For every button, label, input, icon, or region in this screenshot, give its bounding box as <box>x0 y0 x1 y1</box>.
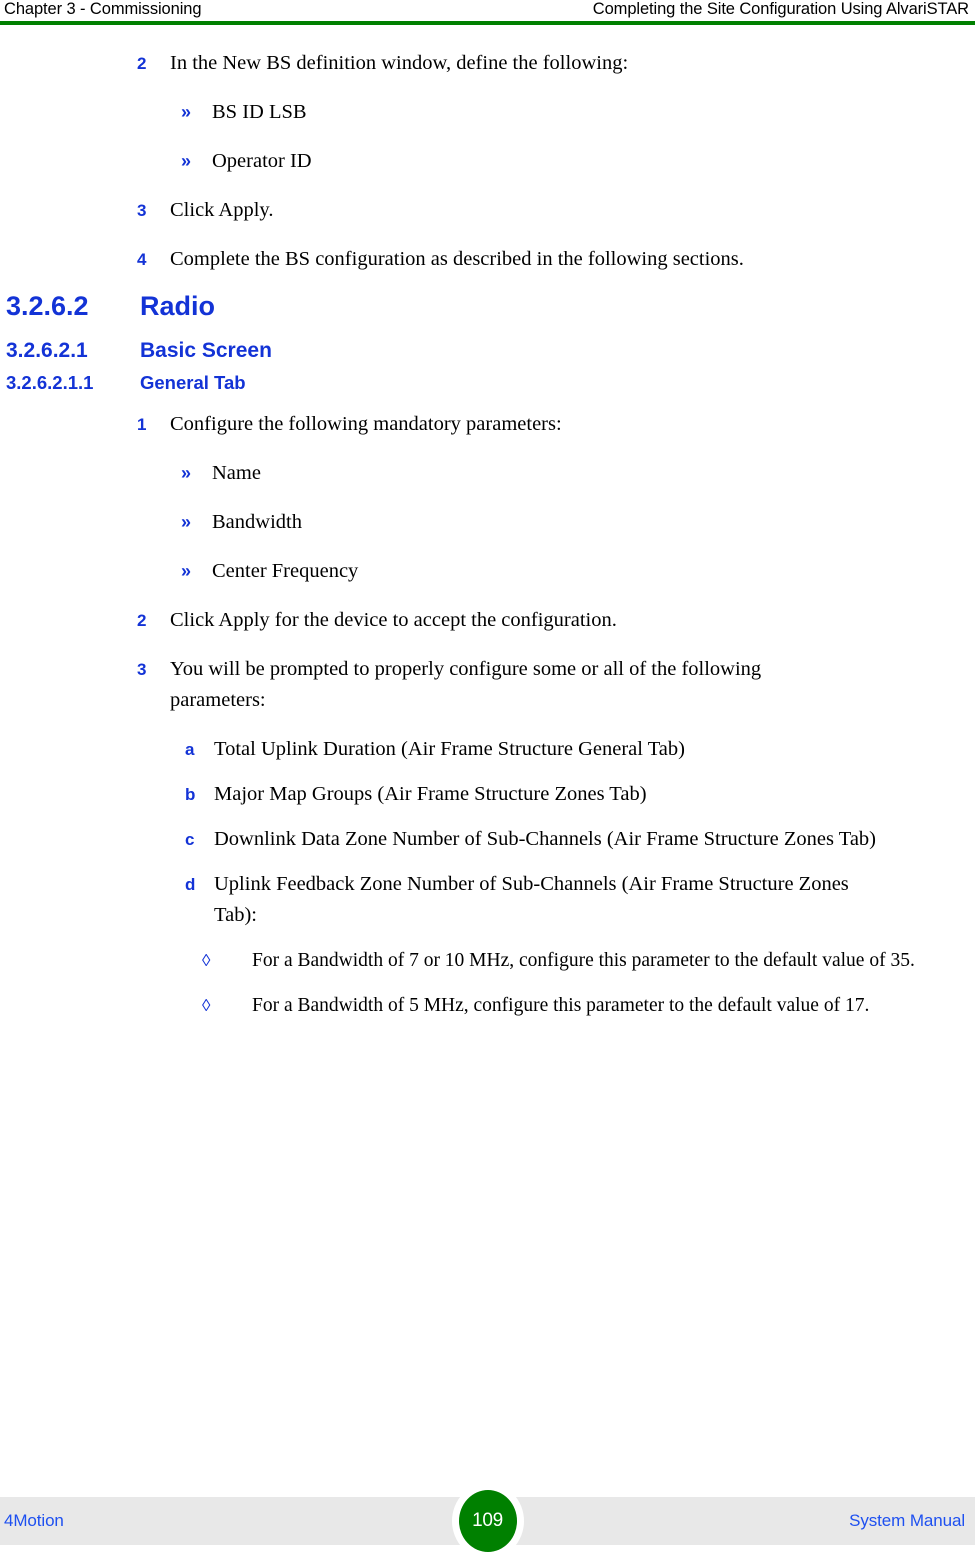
step-text: Configure the following mandatory parame… <box>170 413 562 435</box>
step-item: 3 You will be prompted to properly confi… <box>0 654 975 716</box>
step-number: 3 <box>137 201 147 220</box>
step-text: You will be prompted to properly configu… <box>170 658 762 711</box>
step-item: 4 Complete the BS configuration as descr… <box>0 244 975 275</box>
page-footer: 4Motion System Manual 109 <box>0 1490 975 1552</box>
bullet-item: » Name <box>0 458 975 489</box>
step-text: Click Apply for the device to accept the… <box>170 609 617 631</box>
lettered-item: a Total Uplink Duration (Air Frame Struc… <box>0 734 975 765</box>
section-title: General Tab <box>140 372 246 393</box>
diamond-item-text: For a Bandwidth of 5 MHz, configure this… <box>252 995 870 1016</box>
step-text: In the New BS definition window, define … <box>170 52 629 74</box>
diamond-item-text: For a Bandwidth of 7 or 10 MHz, configur… <box>252 950 915 971</box>
list-letter: c <box>185 830 195 849</box>
step-item: 2 In the New BS definition window, defin… <box>0 48 975 79</box>
diamond-bullet-icon: ◊ <box>202 996 211 1015</box>
bullet-text: BS ID LSB <box>212 101 307 123</box>
lettered-item-text: Uplink Feedback Zone Number of Sub-Chann… <box>214 873 849 926</box>
footer-manual-label: System Manual <box>849 1511 965 1530</box>
chevron-bullet-icon: » <box>181 561 192 581</box>
header-chapter-label: Chapter 3 - Commissioning <box>4 0 202 18</box>
lettered-item: b Major Map Groups (Air Frame Structure … <box>0 779 975 810</box>
step-number: 2 <box>137 54 147 73</box>
lettered-item-text: Total Uplink Duration (Air Frame Structu… <box>214 738 685 760</box>
section-title: Basic Screen <box>140 339 272 362</box>
bullet-item: » Operator ID <box>0 146 975 177</box>
diamond-item: ◊ For a Bandwidth of 7 or 10 MHz, config… <box>0 945 975 976</box>
chevron-bullet-icon: » <box>181 512 192 532</box>
lettered-item-text: Downlink Data Zone Number of Sub-Channel… <box>214 828 877 850</box>
bullet-text: Operator ID <box>212 150 312 172</box>
section-number: 3.2.6.2.1 <box>6 339 88 362</box>
bullet-text: Bandwidth <box>212 511 302 533</box>
step-number: 2 <box>137 611 147 630</box>
chevron-bullet-icon: » <box>181 151 192 171</box>
lettered-item: d Uplink Feedback Zone Number of Sub-Cha… <box>0 869 975 931</box>
section-number: 3.2.6.2.1.1 <box>6 372 94 393</box>
section-heading-general-tab: 3.2.6.2.1.1 General Tab <box>0 370 975 395</box>
step-number: 3 <box>137 660 147 679</box>
bullet-item: » Bandwidth <box>0 507 975 538</box>
section-number: 3.2.6.2 <box>6 291 89 321</box>
diamond-item: ◊ For a Bandwidth of 5 MHz, configure th… <box>0 990 975 1021</box>
step-item: 2 Click Apply for the device to accept t… <box>0 605 975 636</box>
page-number-badge: 109 <box>458 1490 517 1552</box>
diamond-bullet-icon: ◊ <box>202 951 211 970</box>
bullet-item: » Center Frequency <box>0 556 975 587</box>
list-letter: a <box>185 740 195 759</box>
step-text: Click Apply. <box>170 199 274 221</box>
bullet-item: » BS ID LSB <box>0 97 975 128</box>
list-letter: d <box>185 875 196 894</box>
lettered-item: c Downlink Data Zone Number of Sub-Chann… <box>0 824 975 855</box>
chevron-bullet-icon: » <box>181 102 192 122</box>
section-heading-radio: 3.2.6.2 Radio <box>0 289 975 323</box>
lettered-item-text: Major Map Groups (Air Frame Structure Zo… <box>214 783 647 805</box>
footer-product-label: 4Motion <box>4 1511 64 1530</box>
header-section-label: Completing the Site Configuration Using … <box>592 0 969 18</box>
step-text: Complete the BS configuration as describ… <box>170 248 744 270</box>
section-heading-basic-screen: 3.2.6.2.1 Basic Screen <box>0 337 975 364</box>
footer-row: 4Motion System Manual 109 <box>0 1490 975 1552</box>
chevron-bullet-icon: » <box>181 463 192 483</box>
step-number: 1 <box>137 415 147 434</box>
header-row: Chapter 3 - Commissioning Completing the… <box>0 0 975 19</box>
section-title: Radio <box>140 291 216 321</box>
page-content: 2 In the New BS definition window, defin… <box>0 26 975 1021</box>
bullet-text: Center Frequency <box>212 560 359 582</box>
header-divider-rule <box>0 21 975 25</box>
step-number: 4 <box>137 250 147 269</box>
step-item: 1 Configure the following mandatory para… <box>0 409 975 440</box>
bullet-text: Name <box>212 462 261 484</box>
list-letter: b <box>185 785 196 804</box>
step-item: 3 Click Apply. <box>0 195 975 226</box>
